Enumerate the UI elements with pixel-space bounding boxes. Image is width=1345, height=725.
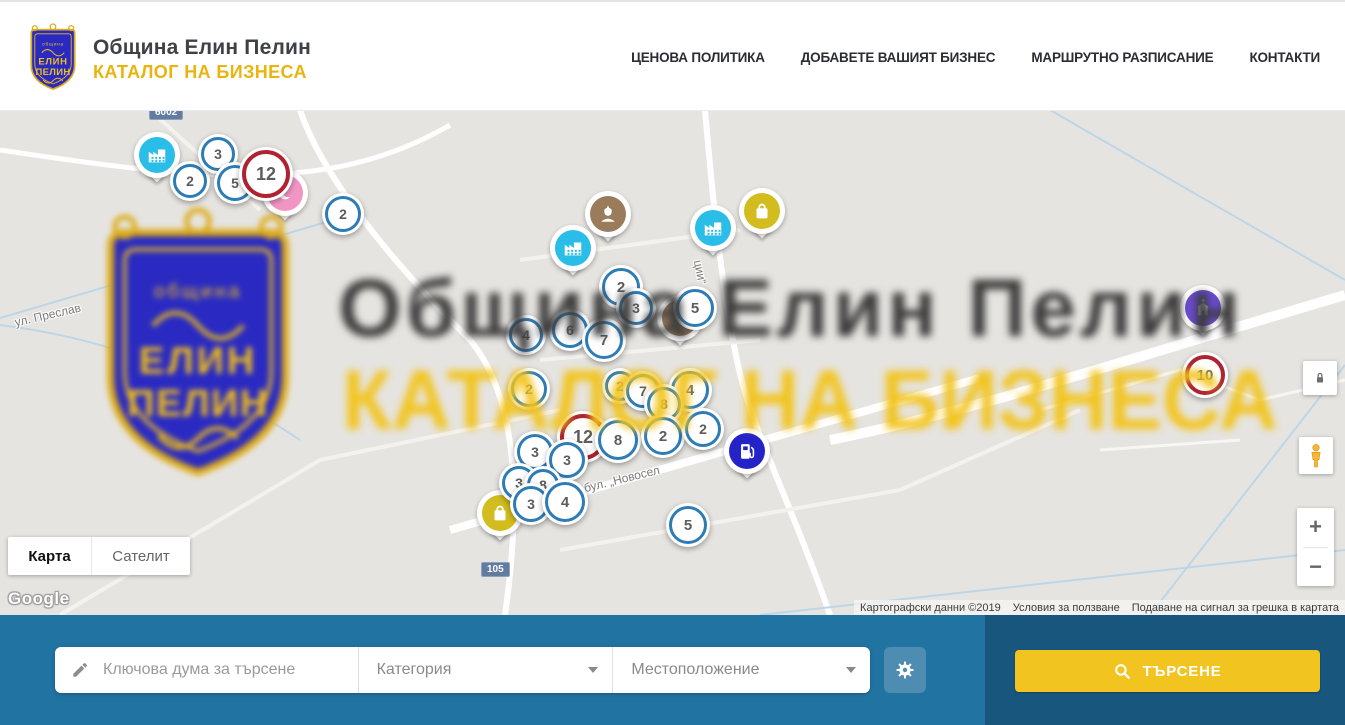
factory-icon: [695, 210, 731, 246]
cluster-count: 6: [566, 322, 574, 338]
nav-route-schedule[interactable]: МАРШРУТНО РАЗПИСАНИЕ: [1031, 50, 1213, 65]
cluster-marker[interactable]: 8: [595, 417, 641, 463]
cluster-count: 2: [525, 381, 533, 397]
search-bar: Категория Местоположение: [55, 647, 870, 693]
map-lock-button[interactable]: [1303, 361, 1337, 395]
cluster-marker[interactable]: 12: [239, 147, 293, 201]
attribution-report-link[interactable]: Подаване на сигнал за грешка в картата: [1126, 602, 1345, 614]
cluster-marker[interactable]: 4: [506, 315, 546, 355]
google-logo[interactable]: Google: [8, 589, 70, 609]
cluster-marker[interactable]: 2: [641, 414, 685, 458]
search-panel: Категория Местоположение: [0, 615, 1345, 725]
attribution-terms-link[interactable]: Условия за ползване: [1007, 602, 1126, 614]
map-type-satellite-button[interactable]: Сателит: [92, 537, 190, 575]
pin-circle: [585, 191, 631, 237]
cluster-count: 8: [660, 396, 668, 412]
cluster-marker[interactable]: 4: [542, 479, 588, 525]
search-button[interactable]: ТЪРСЕНЕ: [1015, 650, 1320, 692]
pin-circle: [724, 428, 770, 474]
keyword-search-input[interactable]: [101, 660, 358, 680]
search-button-label: ТЪРСЕНЕ: [1142, 663, 1221, 680]
cluster-marker[interactable]: 5: [666, 503, 710, 547]
cluster-marker[interactable]: 10: [1182, 352, 1228, 398]
chevron-down-icon: [846, 667, 856, 673]
site-logo[interactable]: община ЕЛИН ПЕЛИН Община Елин Пелин КАТА…: [25, 24, 311, 94]
worker-icon: [590, 196, 626, 232]
map-attribution: Картографски данни ©2019 Условия за полз…: [854, 600, 1345, 615]
cluster-marker[interactable]: 3: [616, 288, 656, 328]
lock-icon: [1311, 369, 1329, 387]
map-type-control: Карта Сателит: [8, 537, 190, 575]
svg-text:ЕЛИН: ЕЛИН: [38, 57, 67, 68]
road-badge-105: 105: [481, 562, 510, 577]
search-icon: [1113, 662, 1132, 681]
search-settings-button[interactable]: [884, 647, 926, 693]
cluster-count: 2: [659, 428, 667, 445]
zoom-out-button[interactable]: −: [1297, 548, 1334, 587]
cluster-count: 4: [561, 494, 569, 511]
pin-circle: [739, 188, 785, 234]
cluster-count: 5: [684, 517, 692, 534]
nav-contacts[interactable]: КОНТАКТИ: [1249, 50, 1320, 65]
cluster-count: 5: [231, 175, 239, 191]
header: община ЕЛИН ПЕЛИН Община Елин Пелин КАТА…: [0, 0, 1345, 110]
pin-circle: [690, 205, 736, 251]
cluster-count: 10: [1197, 367, 1214, 384]
cluster-count: 2: [186, 173, 194, 189]
cluster-marker[interactable]: 2: [322, 193, 364, 235]
chevron-down-icon: [588, 667, 598, 673]
zoom-in-button[interactable]: +: [1297, 508, 1334, 547]
cluster-count: 8: [614, 432, 622, 449]
pencil-icon: [71, 661, 89, 679]
main-nav: ЦЕНОВА ПОЛИТИКА ДОБАВЕТЕ ВАШИЯТ БИЗНЕС М…: [631, 2, 1320, 112]
attribution-data: Картографски данни ©2019: [854, 602, 1007, 614]
map-canvas[interactable]: ул. Преслав бул. „Новосел ции“ 6002 105 …: [0, 110, 1345, 615]
map-type-map-button[interactable]: Карта: [8, 537, 92, 575]
road-badge-6002: 6002: [149, 110, 183, 120]
location-select[interactable]: Местоположение: [613, 647, 870, 693]
pegman-icon: [1305, 443, 1327, 469]
cluster-count: 2: [699, 421, 707, 437]
nav-pricing[interactable]: ЦЕНОВА ПОЛИТИКА: [631, 50, 765, 65]
svg-text:ПЕЛИН: ПЕЛИН: [35, 67, 70, 78]
cluster-count: 5: [691, 300, 699, 317]
cluster-count: 2: [339, 206, 347, 222]
cluster-marker[interactable]: 2: [682, 408, 724, 450]
cluster-count: 4: [686, 382, 694, 399]
cluster-marker[interactable]: 2: [508, 368, 550, 410]
cluster-count: 3: [632, 300, 640, 316]
site-title: Община Елин Пелин: [93, 36, 311, 60]
cluster-marker[interactable]: 5: [673, 286, 717, 330]
cluster-marker[interactable]: 7: [582, 318, 626, 362]
cluster-count: 3: [527, 496, 535, 512]
shopping-bag-icon: [744, 193, 780, 229]
pin-circle: [550, 225, 596, 271]
zoom-control: + −: [1297, 508, 1334, 586]
cluster-count: 12: [256, 164, 276, 185]
cluster-count: 4: [522, 327, 530, 343]
church-icon: [1185, 290, 1221, 326]
keyword-section: [55, 647, 358, 693]
site-subtitle: КАТАЛОГ НА БИЗНЕСА: [93, 62, 311, 83]
category-select[interactable]: Категория: [359, 647, 613, 693]
street-view-pegman-button[interactable]: [1299, 437, 1333, 474]
cluster-count: 3: [531, 444, 539, 460]
cluster-count: 3: [563, 452, 571, 468]
factory-icon: [555, 230, 591, 266]
site-title-block: Община Елин Пелин КАТАЛОГ НА БИЗНЕСА: [93, 36, 311, 83]
cluster-count: 3: [214, 146, 222, 162]
fuel-icon: [729, 433, 765, 469]
gear-icon: [894, 659, 916, 681]
svg-text:община: община: [42, 42, 64, 48]
pin-circle: [1180, 285, 1226, 331]
category-select-label: Категория: [377, 661, 452, 679]
cluster-count: 7: [600, 332, 608, 349]
factory-icon: [139, 137, 175, 173]
page: община ЕЛИН ПЕЛИН Община Елин Пелин КАТА…: [0, 0, 1345, 725]
nav-add-business[interactable]: ДОБАВЕТЕ ВАШИЯТ БИЗНЕС: [801, 50, 996, 65]
municipality-crest-icon: община ЕЛИН ПЕЛИН: [25, 24, 81, 94]
location-select-label: Местоположение: [631, 661, 759, 679]
